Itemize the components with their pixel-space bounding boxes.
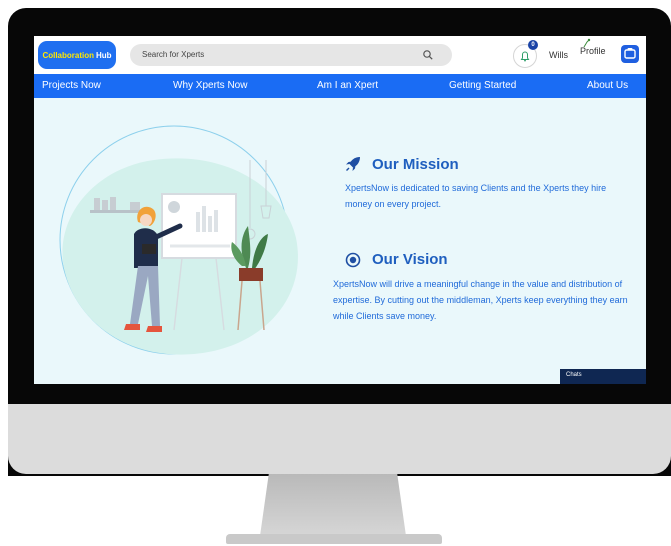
screen: Collaboration Hub Search for Xperts 0 Wi… bbox=[34, 36, 646, 384]
logo-text-secondary: Hub bbox=[96, 50, 112, 60]
chats-button[interactable]: Chats bbox=[560, 369, 646, 384]
top-bar: Collaboration Hub Search for Xperts 0 Wi… bbox=[34, 36, 646, 74]
mission-text: XpertsNow is dedicated to saving Clients… bbox=[345, 183, 607, 209]
vision-title: Our Vision bbox=[372, 251, 448, 268]
search-icon[interactable] bbox=[422, 49, 434, 61]
logo[interactable]: Collaboration Hub bbox=[38, 41, 116, 69]
target-icon bbox=[345, 252, 361, 268]
nav-why-xperts-now[interactable]: Why Xperts Now bbox=[173, 80, 247, 91]
search-input[interactable]: Search for Xperts bbox=[130, 44, 452, 66]
app-icon bbox=[624, 48, 636, 59]
mission-title: Our Mission bbox=[372, 156, 459, 173]
vision-text: XpertsNow will drive a meaningful change… bbox=[333, 279, 628, 321]
presentation-illustration bbox=[59, 125, 298, 355]
nav-projects-now[interactable]: Projects Now bbox=[42, 80, 101, 91]
user-name[interactable]: Wills bbox=[549, 50, 568, 60]
nav-am-i-an-xpert[interactable]: Am I an Xpert bbox=[317, 80, 378, 91]
search-placeholder: Search for Xperts bbox=[142, 50, 205, 59]
monitor-chin bbox=[8, 404, 671, 474]
monitor-stand-foot bbox=[226, 534, 442, 544]
monitor-stand-neck bbox=[260, 474, 406, 536]
profile-link[interactable]: Profile bbox=[580, 46, 606, 56]
notification-badge: 0 bbox=[528, 40, 538, 50]
logo-text-primary: Collaboration bbox=[42, 50, 94, 60]
rocket-icon bbox=[346, 157, 360, 171]
main-nav: Projects Now Why Xperts Now Am I an Xper… bbox=[34, 74, 646, 98]
nav-getting-started[interactable]: Getting Started bbox=[449, 80, 516, 91]
nav-about-us[interactable]: About Us bbox=[587, 80, 628, 91]
app-button[interactable] bbox=[621, 45, 639, 63]
